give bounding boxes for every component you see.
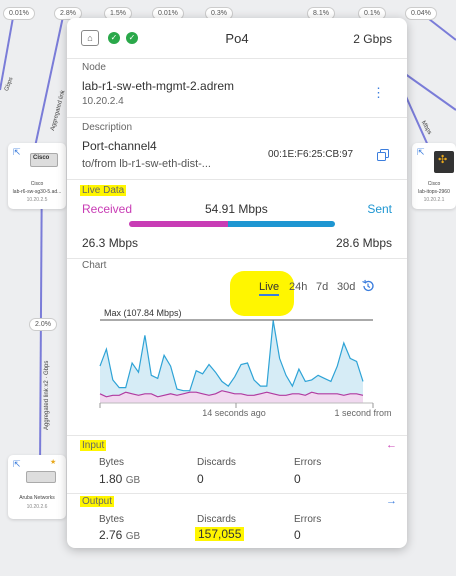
link-utilization-label: 0.04% [405,7,437,20]
mac-address: 00:1E:F6:25:CB:97 [268,149,354,160]
input-errors-value: 0 [294,472,301,486]
received-value: 26.3 Mbps [82,236,139,250]
output-errors-label: Errors [294,514,322,525]
router-device-icon: ✣ [434,151,454,173]
received-label: Received [82,202,133,216]
map-node-aruba-switch[interactable]: ⇱ ★ Aruba Networks 10.20.2.6 [8,455,66,519]
port-name: Port-channel4 [82,139,157,153]
link-utilization-label: 2.0% [29,318,57,331]
description-label: Description [82,122,133,133]
interface-details-popup: ⌂ ✓ ✓ Po4 2 Gbps Node lab-r1-sw-eth-mgmt… [67,18,407,548]
node-name: lab-r6-sw-sg30-5.ad... [12,189,62,195]
arrow-right-icon: → [386,495,397,507]
node-ip: 10.20.2.6 [26,504,48,510]
input-discards-label: Discards [197,457,236,468]
expand-icon[interactable]: ⇱ [417,147,425,158]
vendor-logo: Cisco [33,155,50,161]
more-options-icon[interactable]: ⋮ [372,86,385,99]
tab-live[interactable]: Live [259,281,280,296]
star-icon: ★ [50,459,57,466]
output-discards-label: Discards [197,514,236,525]
map-node-cisco-switch[interactable]: ⇱ Cisco Cisco lab-r6-sw-sg30-5.ad... 10.… [8,143,66,209]
node-section: Node lab-r1-sw-eth-mgmt-2.adrem 10.20.2.… [67,58,407,118]
link-utilization-label: 0.01% [3,7,35,20]
node-name[interactable]: lab-r1-sw-eth-mgmt-2.adrem [82,79,234,93]
input-discards-value: 0 [197,472,204,486]
description-section: Description Port-channel4 to/from lb-r1-… [67,117,407,180]
expand-icon[interactable]: ⇱ [13,459,21,470]
output-label: Output [80,496,115,507]
arrow-left-icon: ← [386,439,397,451]
port-remote: to/from lb-r1-sw-eth-dist-... [82,158,211,170]
tab-30d[interactable]: 30d [337,281,355,293]
output-section: Output → Bytes 2.76 GB Discards 157,055 … [67,493,407,548]
node-vendor: Aruba Networks [19,495,55,501]
total-throughput: 54.91 Mbps [205,202,268,216]
live-data-section: Live Data Received 54.91 Mbps Sent 26.3 … [67,179,407,259]
link-label: Aggregated link x2 · Gbps [44,360,50,430]
tab-24h[interactable]: 24h [289,281,307,293]
traffic-chart: Max (107.84 Mbps) 14 seconds ago 1 secon… [99,308,392,418]
received-bar [129,221,228,227]
input-errors-label: Errors [294,457,322,468]
node-vendor: Cisco [427,181,441,187]
sent-label: Sent [367,202,392,216]
max-label: Max (107.84 Mbps) [104,308,182,318]
node-label: Node [82,62,106,73]
x-tick-label: 14 seconds ago [202,408,266,418]
node-ip: 10.20.2.5 [26,197,48,203]
output-bytes-value: 2.76 GB [99,528,141,542]
node-name: lab-itops-2960 [418,189,450,195]
output-bytes-label: Bytes [99,514,125,525]
live-data-label: Live Data [80,185,127,196]
input-bytes-value: 1.80 GB [99,472,141,486]
input-label: Input [80,440,107,451]
chart-label: Chart [82,260,107,271]
output-errors-value: 0 [294,528,301,542]
history-icon[interactable] [361,279,375,293]
switch-device-icon: Cisco [30,153,58,167]
x-tick-label: 1 second from [334,408,391,418]
tab-7d[interactable]: 7d [316,281,328,293]
switch-device-icon [26,471,56,483]
expand-icon[interactable]: ⇱ [13,147,21,158]
node-ip: 10.20.2.1 [423,197,445,203]
sent-bar [227,221,335,227]
sent-value: 28.6 Mbps [335,236,392,250]
throughput-bar [129,221,335,227]
input-section: Input ← Bytes 1.80 GB Discards 0 Errors … [67,435,407,494]
node-vendor: Cisco [30,181,44,187]
map-node-cisco-router[interactable]: ⇱ ✣ Cisco lab-itops-2960 10.20.2.1 [412,143,456,209]
input-bytes-label: Bytes [99,457,125,468]
sent-series-area [100,320,363,403]
node-ip: 10.20.2.4 [82,96,124,107]
output-discards-value: 157,055 [195,527,245,541]
interface-speed: 2 Gbps [353,32,392,46]
popup-header: ⌂ ✓ ✓ Po4 2 Gbps [67,18,407,59]
copy-icon[interactable] [377,149,389,161]
